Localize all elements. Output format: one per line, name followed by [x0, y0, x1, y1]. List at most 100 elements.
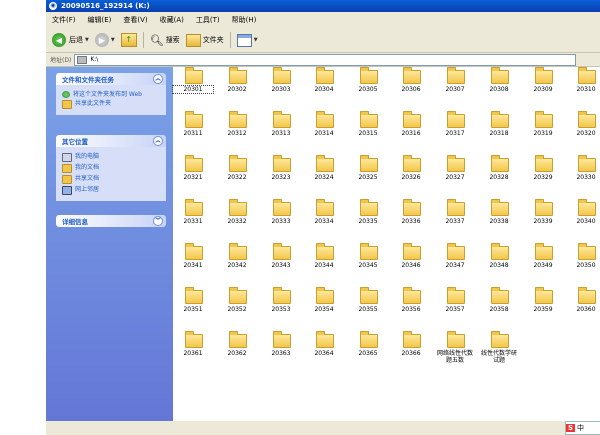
folder-item[interactable]: 20326 [391, 155, 431, 193]
folder-item[interactable]: 20312 [217, 111, 257, 149]
folder-item[interactable]: 20310 [566, 67, 600, 105]
folders-button[interactable]: 文件夹 [185, 33, 224, 47]
folder-item[interactable]: 20354 [304, 287, 344, 325]
file-tasks-header[interactable]: 文件和文件夹任务 ︽ [56, 73, 166, 85]
chevron-down-icon[interactable]: ▼ [254, 37, 258, 43]
folder-view[interactable]: 20301 20302 20303 20304 20305 20306 20307 20308… [172, 67, 600, 421]
ime-mode[interactable]: 中 [577, 423, 584, 433]
folder-item[interactable]: 20361 [173, 331, 213, 369]
folder-item[interactable]: 20359 [523, 287, 563, 325]
folder-item[interactable]: 20320 [566, 111, 600, 149]
folder-item[interactable]: 20307 [435, 67, 475, 105]
chevron-down-icon[interactable]: ▼ [111, 37, 115, 43]
menu-tools[interactable]: 工具(T) [190, 15, 226, 25]
folder-item[interactable]: 20305 [348, 67, 388, 105]
folder-item[interactable]: 20355 [348, 287, 388, 325]
search-button[interactable]: 🔍︎ 搜索 [150, 34, 180, 47]
folder-item[interactable]: 20345 [348, 243, 388, 281]
menu-view[interactable]: 查看(V) [117, 15, 153, 25]
expand-icon[interactable]: ︾ [153, 216, 163, 226]
folder-item[interactable]: 20331 [173, 199, 213, 237]
folder-item[interactable]: 20303 [261, 67, 301, 105]
folder-item[interactable]: 20329 [523, 155, 563, 193]
folder-item[interactable]: 20302 [217, 67, 257, 105]
folder-item[interactable]: 20340 [566, 199, 600, 237]
folder-item[interactable]: 20321 [173, 155, 213, 193]
folder-item[interactable]: 20323 [261, 155, 301, 193]
folder-item[interactable]: 20317 [435, 111, 475, 149]
place-network[interactable]: 网上邻居 [62, 186, 162, 195]
back-button[interactable]: ◀ 后退 ▼ [52, 33, 89, 47]
views-button[interactable]: ▼ [236, 33, 258, 47]
task-share-folder[interactable]: 共享此文件夹 [62, 100, 162, 109]
menu-edit[interactable]: 编辑(E) [82, 15, 118, 25]
folder-item[interactable]: 20322 [217, 155, 257, 193]
place-shared-documents[interactable]: 共享文档 [62, 175, 162, 184]
folder-item[interactable]: 20352 [217, 287, 257, 325]
folder-item[interactable]: 线性代数学研试题 [479, 331, 519, 369]
folder-item[interactable]: 20333 [261, 199, 301, 237]
folder-name: 20310 [576, 86, 596, 93]
folder-item[interactable]: 20348 [479, 243, 519, 281]
ime-toolbar[interactable]: S 中 [565, 421, 600, 435]
folder-item[interactable]: 20304 [304, 67, 344, 105]
folder-item[interactable]: 20351 [173, 287, 213, 325]
folder-item[interactable]: 20309 [523, 67, 563, 105]
folder-item[interactable]: 20341 [173, 243, 213, 281]
folder-item[interactable]: 20356 [391, 287, 431, 325]
folder-item[interactable]: 20334 [304, 199, 344, 237]
menu-file[interactable]: 文件(F) [46, 15, 82, 25]
other-places-header[interactable]: 其它位置 ︽ [56, 135, 166, 147]
folder-item[interactable]: 20342 [217, 243, 257, 281]
forward-button[interactable]: ▶ ▼ [94, 33, 115, 47]
folder-item[interactable]: 20316 [391, 111, 431, 149]
folder-item[interactable]: 20343 [261, 243, 301, 281]
folder-item[interactable]: 20315 [348, 111, 388, 149]
place-my-documents[interactable]: 我的文档 [62, 164, 162, 173]
folder-item[interactable]: 20350 [566, 243, 600, 281]
folder-item[interactable]: 20357 [435, 287, 475, 325]
folder-item[interactable]: 20353 [261, 287, 301, 325]
folder-item[interactable]: 20336 [391, 199, 431, 237]
folder-item[interactable]: 20325 [348, 155, 388, 193]
folder-item[interactable]: 20344 [304, 243, 344, 281]
folder-item[interactable]: 20330 [566, 155, 600, 193]
folder-item[interactable]: 20360 [566, 287, 600, 325]
up-folder-button[interactable]: ↑ [120, 33, 137, 47]
folder-item[interactable]: 20314 [304, 111, 344, 149]
folder-item[interactable]: 20318 [479, 111, 519, 149]
folder-item[interactable]: 20365 [348, 331, 388, 369]
folder-item[interactable]: 20313 [261, 111, 301, 149]
folder-item[interactable]: 20349 [523, 243, 563, 281]
place-my-computer[interactable]: 我的电脑 [62, 153, 162, 162]
menu-favorites[interactable]: 收藏(A) [154, 15, 190, 25]
folder-item[interactable]: 20363 [261, 331, 301, 369]
folder-item[interactable]: 20306 [391, 67, 431, 105]
folder-item[interactable]: 20328 [479, 155, 519, 193]
folder-item[interactable]: 20358 [479, 287, 519, 325]
folder-item[interactable]: 20346 [391, 243, 431, 281]
folder-item[interactable]: 20366 [391, 331, 431, 369]
collapse-icon[interactable]: ︽ [153, 136, 163, 146]
folder-item[interactable]: 20335 [348, 199, 388, 237]
folder-item[interactable]: 20301 [172, 67, 214, 105]
task-publish-web[interactable]: 将这个文件夹发布到 Web [62, 91, 162, 98]
chevron-down-icon[interactable]: ▼ [85, 37, 89, 43]
folder-item[interactable]: 20337 [435, 199, 475, 237]
folder-item[interactable]: 20332 [217, 199, 257, 237]
folder-item[interactable]: 20327 [435, 155, 475, 193]
menu-help[interactable]: 帮助(H) [226, 15, 263, 25]
details-header[interactable]: 详细信息 ︾ [56, 215, 166, 227]
address-input[interactable]: K:\ [74, 53, 577, 66]
folder-item[interactable]: 20364 [304, 331, 344, 369]
folder-item[interactable]: 20339 [523, 199, 563, 237]
collapse-icon[interactable]: ︽ [153, 74, 163, 84]
folder-item[interactable]: 20319 [523, 111, 563, 149]
folder-item[interactable]: 20338 [479, 199, 519, 237]
folder-item[interactable]: 20347 [435, 243, 475, 281]
folder-item[interactable]: 网络线性代数题五数 [435, 331, 475, 369]
folder-item[interactable]: 20308 [479, 67, 519, 105]
folder-item[interactable]: 20311 [173, 111, 213, 149]
folder-item[interactable]: 20362 [217, 331, 257, 369]
folder-item[interactable]: 20324 [304, 155, 344, 193]
